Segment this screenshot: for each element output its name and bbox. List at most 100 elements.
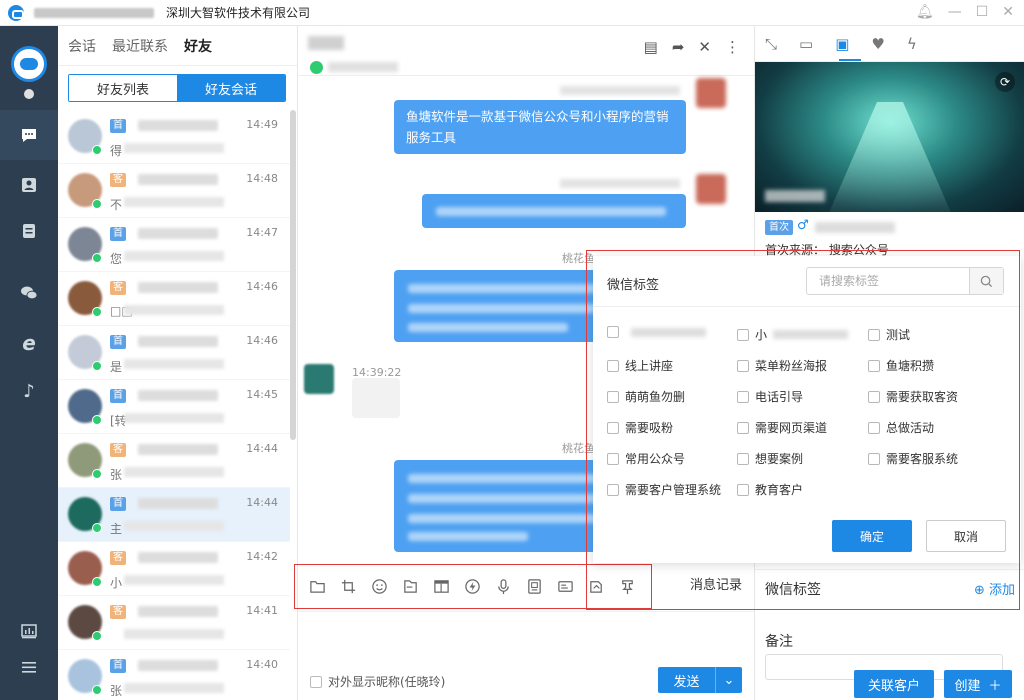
ie-icon[interactable]: e (0, 318, 58, 368)
last-message: 张 (110, 468, 123, 482)
contact-name-blur (138, 390, 218, 401)
last-message-blur (124, 467, 224, 477)
last-message: 不 (110, 198, 123, 212)
wechat-badge-icon (92, 523, 102, 533)
list-item[interactable]: 首 [转 14:45 (58, 380, 290, 434)
contact-name-blur (308, 36, 344, 50)
bell-icon[interactable]: 🔔︎ (916, 4, 934, 20)
message-time: 14:42 (246, 550, 278, 563)
list-item[interactable]: 首得 14:49 (58, 110, 290, 164)
expand-icon[interactable]: ⤡ (765, 35, 777, 53)
contact-name-blur (138, 120, 218, 131)
clipboard-icon[interactable]: ▤ (644, 38, 658, 56)
maximize-icon[interactable]: ☐ (976, 4, 989, 20)
first-tag: 首次 (765, 220, 793, 235)
tag-badge: 客 (110, 605, 126, 619)
message-time: 14:46 (246, 334, 278, 347)
contact-sub-blur (328, 62, 398, 72)
wechat-icon[interactable] (0, 268, 58, 318)
refresh-icon[interactable]: ⟳ (995, 72, 1015, 92)
tab-recent[interactable]: 最近联系 (112, 36, 168, 56)
last-message: 小 (110, 576, 123, 590)
list-item[interactable]: 客张 14:44 (58, 434, 290, 488)
list-item[interactable]: 客小 14:42 (58, 542, 290, 596)
message-time: 14:46 (246, 280, 278, 293)
subtab-friend-session[interactable]: 好友会话 (177, 75, 285, 101)
contact-name-blur (138, 282, 218, 293)
contact-name-blur (138, 444, 218, 455)
incoming-bubble (352, 378, 400, 418)
list-item[interactable]: 客 □□ 14:46 (58, 272, 290, 326)
friend-subtabs: 好友列表 好友会话 (68, 74, 286, 102)
wechat-badge-icon (92, 145, 102, 155)
plus-icon: ＋ (988, 678, 1002, 694)
send-label[interactable]: 发送 (658, 667, 716, 693)
show-nickname-option[interactable]: 对外显示昵称(任晓玲) (310, 673, 445, 690)
last-message-blur (124, 143, 224, 153)
title-blur (34, 7, 154, 18)
user-avatar[interactable] (11, 46, 47, 82)
last-message-blur (124, 575, 224, 585)
list-scrollbar[interactable] (290, 110, 296, 440)
last-message: 是 (110, 360, 123, 374)
more-icon[interactable]: ⋮ (725, 38, 740, 56)
wechat-small-icon (310, 61, 323, 74)
message-time: 14:47 (246, 226, 278, 239)
last-message-blur (124, 413, 224, 423)
message-time: 14:44 (246, 496, 278, 509)
tiktok-icon[interactable]: ♪ (0, 366, 58, 416)
tag-badge: 客 (110, 281, 126, 295)
message-bubble-blurred (422, 194, 686, 228)
last-message-blur (124, 251, 224, 261)
create-button[interactable]: 创建 ＋ (944, 670, 1012, 698)
list-item[interactable]: 首您 14:47 (58, 218, 290, 272)
message-time: 14:44 (246, 442, 278, 455)
chevron-down-icon[interactable]: ⌄ (716, 667, 742, 693)
chat-icon[interactable] (0, 110, 58, 160)
bolt-icon[interactable]: ϟ (907, 35, 917, 53)
minimize-icon[interactable]: — (948, 4, 962, 20)
sender-avatar (696, 78, 726, 108)
tag-badge: 首 (110, 227, 126, 241)
notes-icon[interactable] (0, 206, 58, 256)
list-item[interactable]: 首主 14:44 (58, 488, 290, 542)
tag-badge: 客 (110, 173, 126, 187)
menu-icon[interactable] (0, 642, 58, 692)
close-chat-icon[interactable]: ✕ (698, 38, 711, 56)
list-item[interactable]: 首张 14:40 (58, 650, 290, 700)
close-icon[interactable]: ✕ (1002, 4, 1014, 20)
list-item[interactable]: 首是 14:46 (58, 326, 290, 380)
tag-badge: 客 (110, 443, 126, 457)
message-time: 14:40 (246, 658, 278, 671)
message-time: 14:41 (246, 604, 278, 617)
send-button[interactable]: 发送 ⌄ (658, 667, 742, 693)
tab-sessions[interactable]: 会话 (68, 36, 96, 56)
profile-card-icon[interactable]: ▣ (835, 35, 849, 53)
last-message: 张 (110, 684, 123, 698)
comment-icon[interactable]: ▭ (799, 35, 813, 53)
subtab-friend-list[interactable]: 好友列表 (69, 75, 177, 101)
last-message: 主 (110, 522, 123, 536)
profile-cover-image: ⟳ (755, 62, 1024, 212)
list-item[interactable]: 客 14:41 (58, 596, 290, 650)
wechat-badge-icon (92, 361, 102, 371)
contact-name-blur (138, 498, 218, 509)
status-dot (24, 89, 34, 99)
contact-icon[interactable] (0, 160, 58, 210)
link-customer-button[interactable]: 关联客户 (854, 670, 934, 698)
male-icon: ♂ (797, 218, 809, 233)
wechat-badge-icon (92, 307, 102, 317)
tab-friends[interactable]: 好友 (184, 36, 212, 56)
wechat-badge-icon (92, 469, 102, 479)
nickname-checkbox[interactable] (310, 675, 322, 688)
app-window: 深圳大智软件技术有限公司 🔔︎ — ☐ ✕ e ♪ 会话 最近联系 好友 好友列… (0, 0, 1024, 700)
message-time: 14:48 (246, 172, 278, 185)
contact-name-blur (138, 174, 218, 185)
contact-avatar (304, 364, 334, 394)
sender-name-blur (560, 86, 680, 95)
wechat-badge-icon (92, 685, 102, 695)
list-item[interactable]: 客不 14:48 (58, 164, 290, 218)
share-icon[interactable]: ➦ (672, 38, 685, 56)
sender-avatar (696, 174, 726, 204)
heart-icon[interactable]: ♥ (871, 35, 884, 53)
